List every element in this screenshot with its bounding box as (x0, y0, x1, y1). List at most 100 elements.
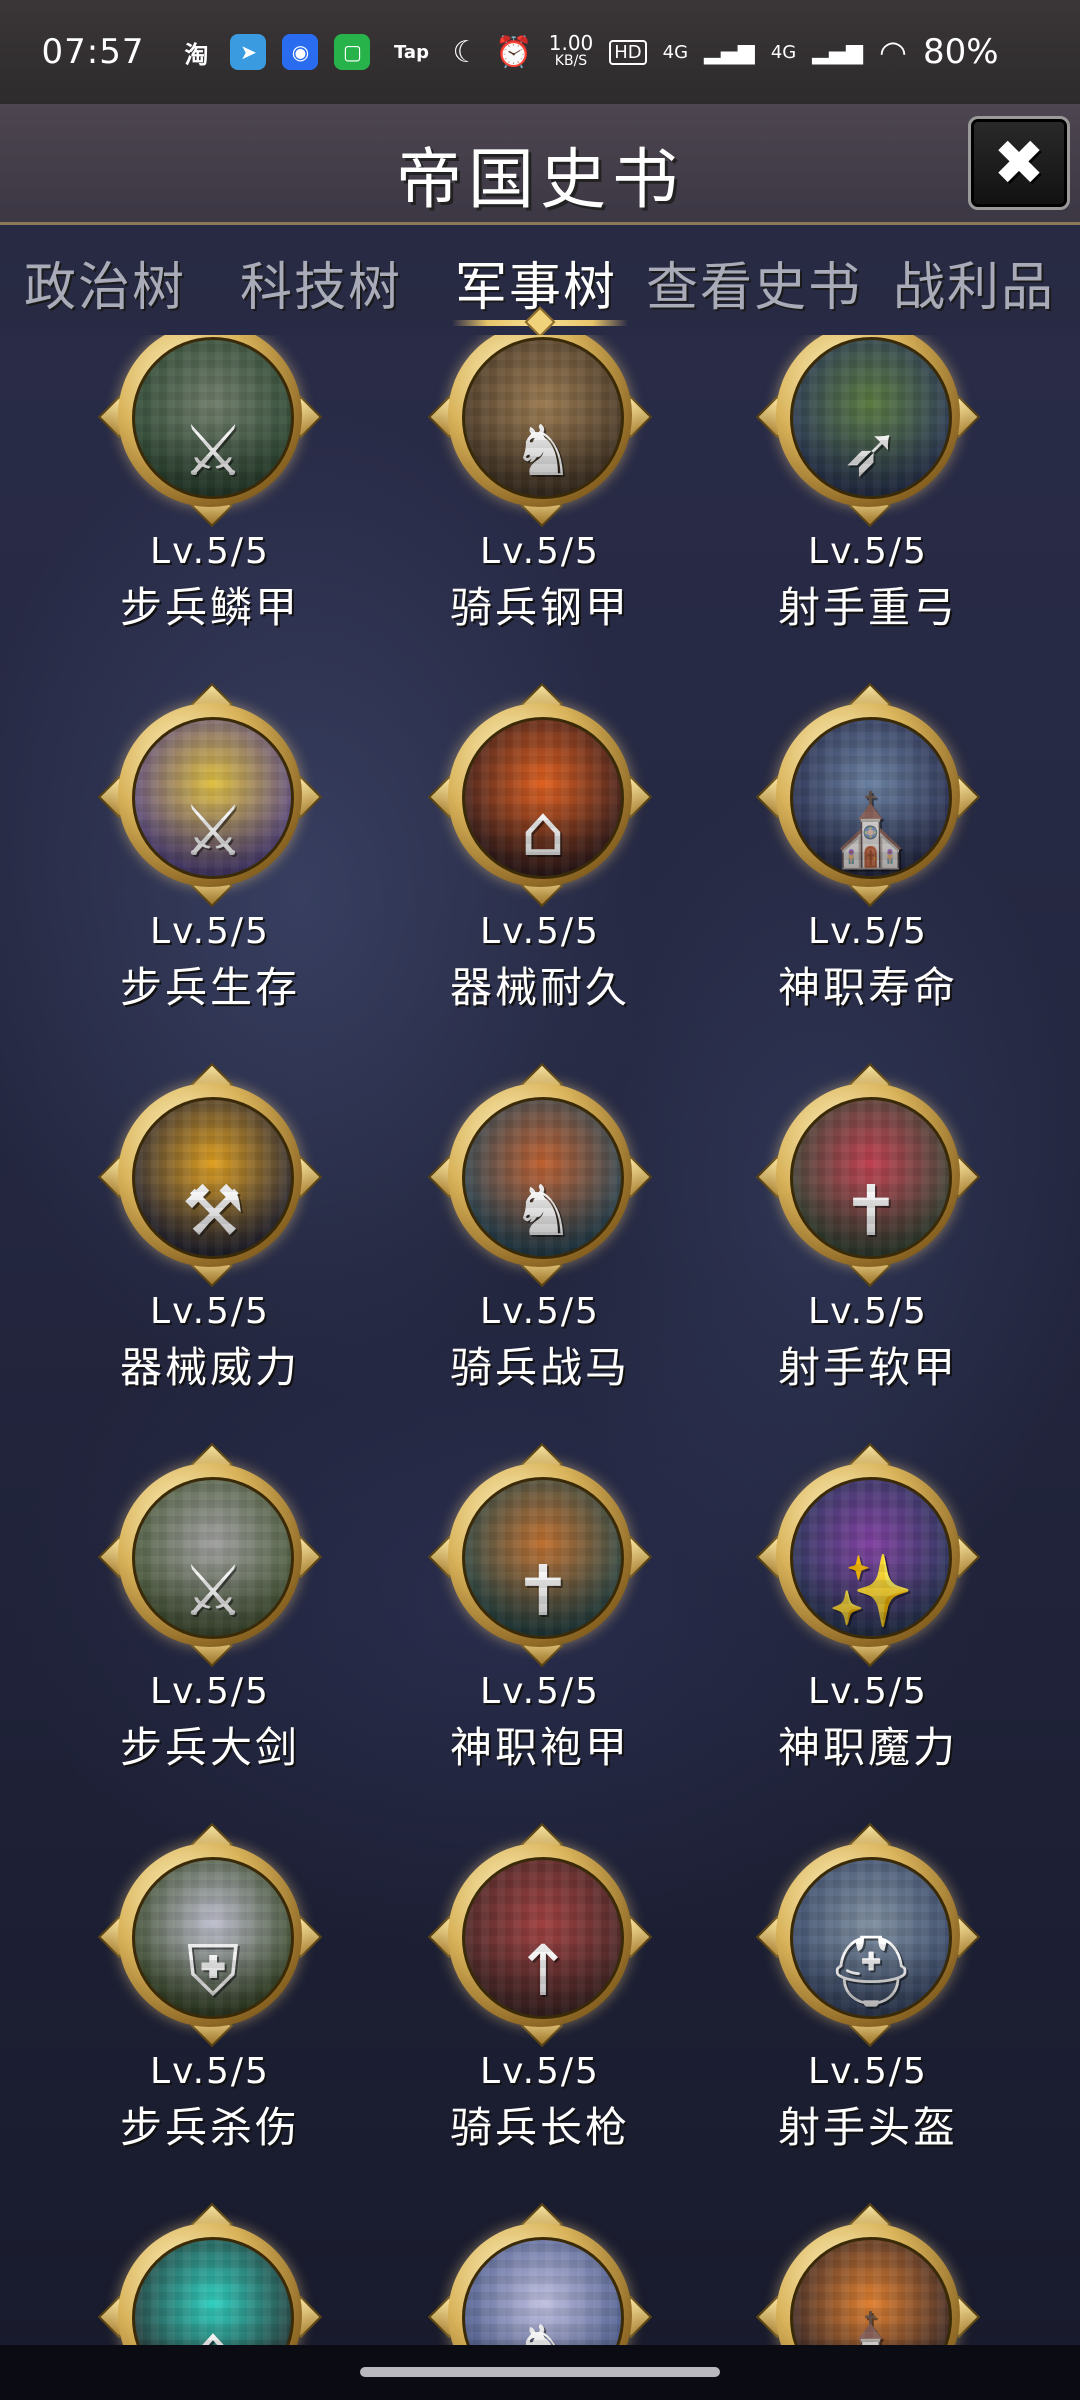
charging-knight-icon: ♞ (465, 2316, 621, 2345)
skill-medal[interactable]: ⛪ (755, 2202, 981, 2345)
skill-item[interactable]: ✝ Lv.5/5 神职袍甲 (420, 1442, 660, 1775)
skill-item[interactable]: ✨ Lv.5/5 神职魔力 (748, 1442, 988, 1775)
tab-history-book[interactable]: 查看史书 (646, 245, 862, 320)
archers-icon: ➶ (841, 410, 901, 492)
skill-medal[interactable]: ♞ (427, 335, 653, 528)
skill-level: Lv.5/5 (150, 911, 270, 952)
page-title: 帝国史书 (396, 141, 684, 218)
skill-medal[interactable]: ♞ (427, 1062, 653, 1288)
close-icon: ✖ (993, 126, 1045, 199)
hd-badge: HD (609, 39, 647, 65)
title-bar: 帝国史书 ✖ (0, 104, 1080, 225)
skill-name: 射手头盔 (777, 2103, 958, 2152)
taobao-icon: 淘 (184, 40, 209, 69)
skill-name: 骑兵长枪 (449, 2103, 630, 2152)
skill-name: 射手软甲 (777, 1343, 958, 1392)
skill-medal[interactable]: ⚔ (97, 682, 323, 908)
skill-name: 步兵鳞甲 (119, 583, 300, 632)
skill-level: Lv.5/5 (480, 1671, 600, 1712)
skill-level: Lv.5/5 (808, 531, 928, 572)
skill-item[interactable]: ⌂ Lv.5/5 器械耐久 (420, 682, 660, 1015)
signal-icon: ▂▄▆ (704, 39, 755, 65)
cathedral-icon: ⛪ (827, 790, 915, 872)
tab-politics[interactable]: 政治树 (24, 245, 186, 320)
skill-medal[interactable]: ⛑ (755, 1822, 981, 2048)
skill-grid: ⚔ Lv.5/5 步兵鳞甲 ♞ Lv.5/5 骑兵钢甲 ➶ Lv.5/5 射手重弓 ⚔ Lv.5/5… (0, 335, 1080, 2345)
skill-item[interactable]: ⚔ Lv.5/5 步兵大剑 (90, 1442, 330, 1775)
skill-level: Lv.5/5 (480, 1291, 600, 1332)
skill-medal[interactable]: ➶ (755, 335, 981, 528)
skill-name: 步兵生存 (119, 963, 300, 1012)
siege-ruins-icon: ⌂ (135, 2316, 291, 2345)
skill-medal[interactable]: ✨ (755, 1442, 981, 1668)
battery-ring-icon: ◠ (879, 33, 907, 71)
tab-technology[interactable]: 科技树 (240, 245, 402, 320)
skill-item[interactable]: ⛑ Lv.5/5 射手头盔 (748, 1822, 988, 2155)
skill-name: 骑兵钢甲 (449, 583, 630, 632)
status-bar: 07:57 淘 ➤ ◉ ▢ Tap ☾ ⏰ 1.00 KB/S HD 4G ▂▄… (0, 0, 1080, 104)
chapel-icon: ⛪ (793, 2316, 949, 2345)
skill-item[interactable]: ⚒ Lv.5/5 器械威力 (90, 1062, 330, 1395)
priest-magic-icon: ✨ (827, 1550, 915, 1632)
alarm-icon: ⏰ (495, 34, 533, 70)
skill-name: 神职寿命 (777, 963, 958, 1012)
net-speed-unit: KB/S (554, 53, 588, 69)
skill-medal[interactable]: ⌂ (97, 2202, 323, 2345)
skill-level: Lv.5/5 (808, 1291, 928, 1332)
skill-item[interactable]: ⛪ Lv.5/5 神职寿命 (748, 682, 988, 1015)
skill-medal[interactable]: ✝ (427, 1442, 653, 1668)
skill-level: Lv.5/5 (480, 531, 600, 572)
greatsword-icon: ⚔ (181, 1550, 245, 1632)
moon-icon: ☾ (452, 34, 480, 70)
crusader-icon: ⛨ (186, 1930, 240, 2012)
close-button[interactable]: ✖ (968, 116, 1070, 210)
warhorse-icon: ♞ (511, 1170, 575, 1252)
skill-level: Lv.5/5 (480, 2051, 600, 2092)
skill-medal[interactable]: ↑ (427, 1822, 653, 2048)
cavalry-icon: ♞ (511, 410, 575, 492)
ruins-archer-icon: ✝ (841, 1170, 901, 1252)
skill-level: Lv.5/5 (808, 2051, 928, 2092)
skill-level: Lv.5/5 (150, 1291, 270, 1332)
skill-medal[interactable]: ⛪ (755, 682, 981, 908)
taptap-icon: Tap (393, 41, 429, 63)
skill-item[interactable]: ♞ Lv.5/5 骑兵战马 (420, 1062, 660, 1395)
signal-icon-2: ▂▄▆ (812, 39, 864, 65)
net-speed-value: 1.00 (548, 31, 594, 55)
tab-loot[interactable]: 战利品 (893, 245, 1055, 320)
skill-item[interactable]: ↑ Lv.5/5 骑兵长枪 (420, 1822, 660, 2155)
skill-item[interactable]: ➶ Lv.5/5 射手重弓 (748, 335, 988, 635)
battery-percent: 80% (922, 32, 999, 72)
skill-name: 神职魔力 (777, 1723, 958, 1772)
skill-medal[interactable]: ⚒ (97, 1062, 323, 1288)
signal-4g-1: 4G (662, 41, 689, 63)
skill-item[interactable]: ♞ (420, 2202, 660, 2345)
skill-level: Lv.5/5 (808, 1671, 928, 1712)
home-indicator[interactable] (360, 2367, 720, 2377)
skill-level: Lv.5/5 (150, 531, 270, 572)
skill-medal[interactable]: ⛨ (97, 1822, 323, 2048)
skill-medal[interactable]: ⚔ (97, 335, 323, 528)
skill-medal[interactable]: ♞ (427, 2202, 653, 2345)
skill-medal[interactable]: ✝ (755, 1062, 981, 1288)
skill-name: 射手重弓 (777, 583, 958, 632)
skill-item[interactable]: ♞ Lv.5/5 骑兵钢甲 (420, 335, 660, 635)
skill-name: 骑兵战马 (449, 1343, 630, 1392)
skill-item[interactable]: ⌂ (90, 2202, 330, 2345)
net-speed: 1.00 KB/S (548, 31, 594, 70)
skill-item[interactable]: ⚔ Lv.5/5 步兵生存 (90, 682, 330, 1015)
skill-level: Lv.5/5 (150, 2051, 270, 2092)
skill-medal[interactable]: ⚔ (97, 1442, 323, 1668)
burning-siege-icon: ⌂ (520, 790, 566, 872)
skill-name: 器械耐久 (449, 963, 630, 1012)
helmet-icon: ⛑ (826, 1930, 916, 2012)
skill-item[interactable]: ⛨ Lv.5/5 步兵杀伤 (90, 1822, 330, 2155)
skill-item[interactable]: ✝ Lv.5/5 射手软甲 (748, 1062, 988, 1395)
skill-medal[interactable]: ⌂ (427, 682, 653, 908)
skill-item[interactable]: ⛪ (748, 2202, 988, 2345)
monk-robe-icon: ✝ (513, 1550, 573, 1632)
tab-bar: 政治树 科技树 军事树 查看史书 战利品 (0, 225, 1080, 338)
clock: 07:57 (41, 32, 145, 72)
skill-name: 神职袍甲 (449, 1723, 630, 1772)
skill-item[interactable]: ⚔ Lv.5/5 步兵鳞甲 (90, 335, 330, 635)
